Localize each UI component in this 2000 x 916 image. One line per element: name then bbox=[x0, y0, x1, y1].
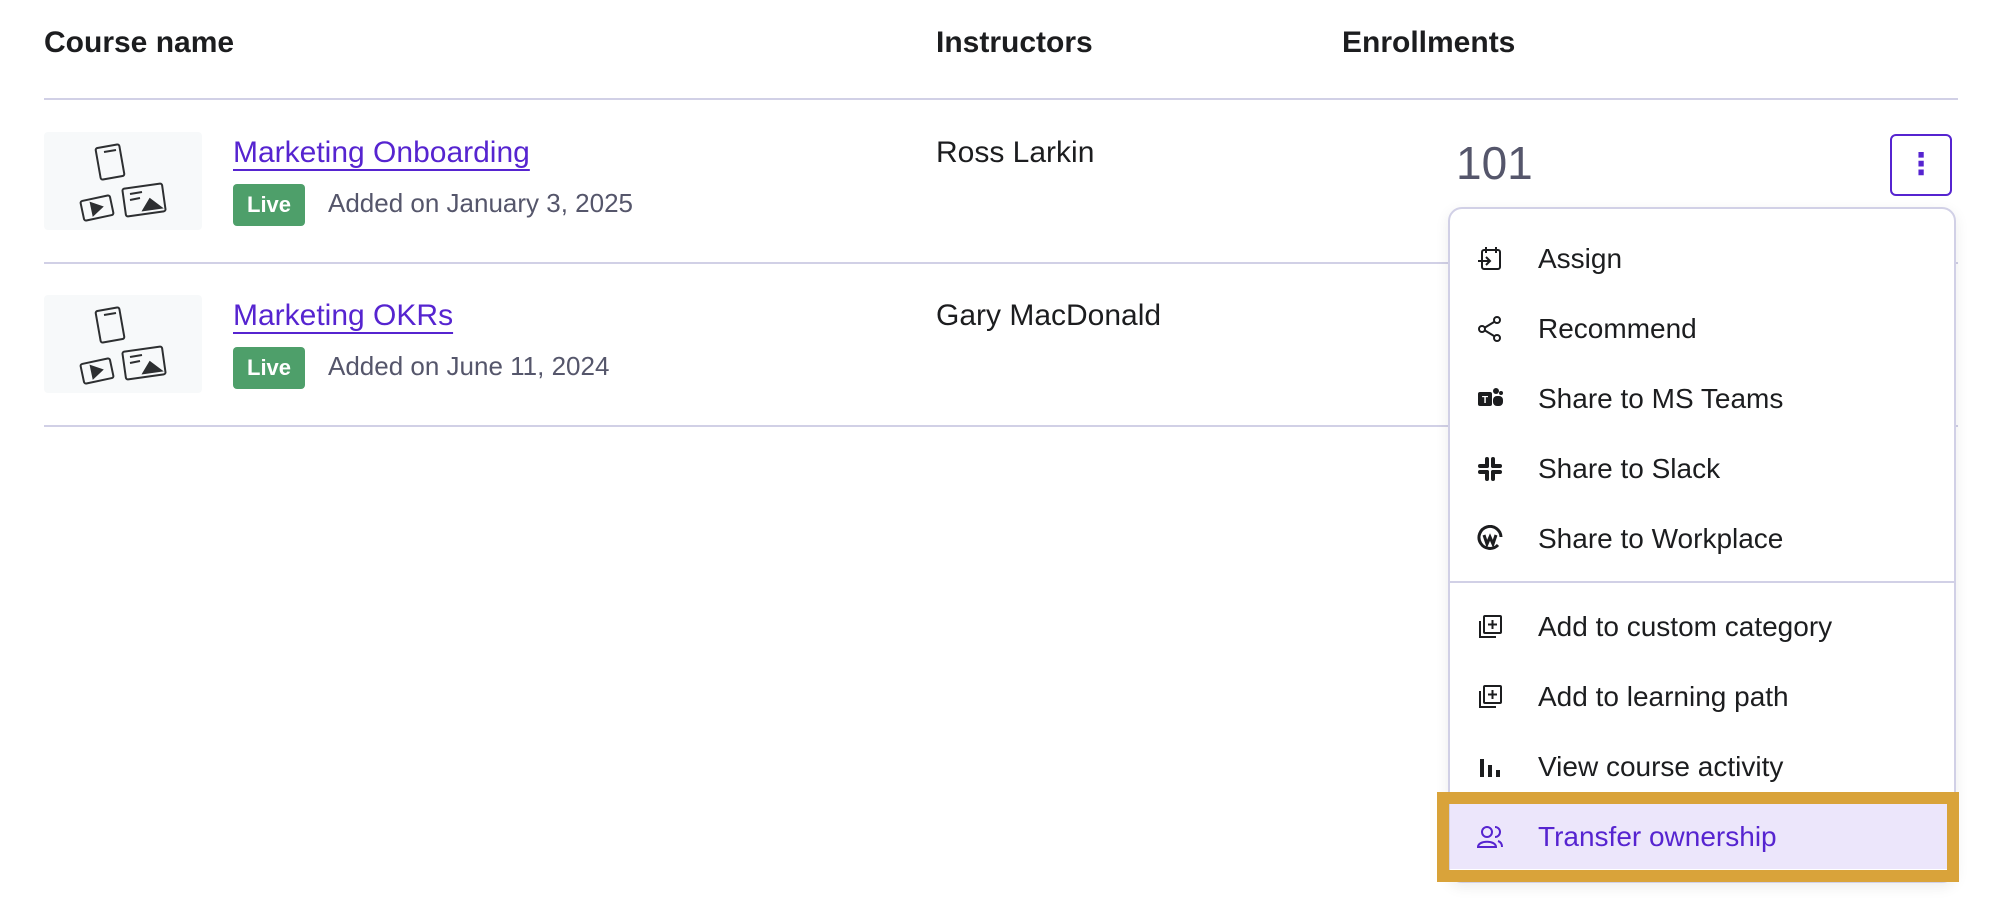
column-header-course-name[interactable]: Course name bbox=[44, 26, 234, 60]
add-to-stack-icon bbox=[1479, 685, 1502, 708]
slack-icon bbox=[1478, 457, 1502, 481]
bar-chart-icon bbox=[1480, 759, 1500, 777]
course-thumbnail bbox=[44, 132, 202, 230]
added-date: Added on June 11, 2024 bbox=[328, 351, 610, 381]
course-table-page: Course name Instructors Enrollments Mark… bbox=[0, 0, 2000, 916]
menu-item-share-workplace[interactable]: Share to Workplace bbox=[1450, 505, 1954, 571]
menu-item-label: Share to Workplace bbox=[1538, 523, 1784, 554]
instructor-name: Ross Larkin bbox=[936, 136, 1095, 169]
share-nodes-icon bbox=[1478, 316, 1501, 342]
menu-item-label: Share to Slack bbox=[1538, 453, 1721, 484]
instructor-name: Gary MacDonald bbox=[936, 299, 1162, 332]
course-media-icon bbox=[79, 306, 167, 385]
status-badge: Live bbox=[233, 347, 306, 389]
more-vertical-icon: ⋮ bbox=[1906, 148, 1936, 181]
ms-teams-icon: T bbox=[1478, 388, 1503, 406]
course-thumbnail bbox=[44, 295, 202, 393]
menu-item-view-course-activity[interactable]: View course activity bbox=[1450, 733, 1954, 799]
svg-text:T: T bbox=[1482, 395, 1488, 406]
course-actions-menu: Assign Recommend T Share to MS Teams Sha… bbox=[1448, 207, 1956, 883]
course-media-icon bbox=[79, 143, 167, 222]
users-transfer-icon bbox=[1476, 826, 1503, 848]
menu-item-label: Add to learning path bbox=[1538, 681, 1789, 712]
menu-item-label: Assign bbox=[1538, 243, 1623, 274]
column-header-instructors[interactable]: Instructors bbox=[936, 26, 1093, 60]
column-header-enrollments[interactable]: Enrollments bbox=[1342, 26, 1515, 60]
menu-item-label: Recommend bbox=[1538, 313, 1697, 344]
added-date: Added on January 3, 2025 bbox=[328, 188, 634, 218]
menu-item-label: Transfer ownership bbox=[1538, 821, 1777, 852]
menu-item-label: View course activity bbox=[1538, 751, 1784, 782]
more-actions-button[interactable]: ⋮ bbox=[1890, 134, 1952, 196]
course-title-link[interactable]: Marketing Onboarding bbox=[233, 136, 530, 170]
menu-item-recommend[interactable]: Recommend bbox=[1450, 295, 1954, 361]
workplace-icon bbox=[1477, 525, 1503, 550]
add-to-stack-icon bbox=[1479, 615, 1502, 638]
menu-item-transfer-ownership[interactable]: Transfer ownership bbox=[1450, 803, 1954, 869]
calendar-assign-icon bbox=[1478, 247, 1501, 270]
table-header: Course name Instructors Enrollments bbox=[44, 0, 1958, 100]
menu-item-add-custom-category[interactable]: Add to custom category bbox=[1450, 593, 1954, 659]
menu-divider bbox=[1450, 581, 1954, 583]
menu-item-add-learning-path[interactable]: Add to learning path bbox=[1450, 663, 1954, 729]
menu-item-share-ms-teams[interactable]: T Share to MS Teams bbox=[1450, 365, 1954, 431]
course-title-link[interactable]: Marketing OKRs bbox=[233, 299, 453, 333]
menu-item-assign[interactable]: Assign bbox=[1450, 225, 1954, 291]
enrollment-count: 101 bbox=[1456, 137, 1533, 189]
menu-item-share-slack[interactable]: Share to Slack bbox=[1450, 435, 1954, 501]
menu-item-label: Add to custom category bbox=[1538, 611, 1833, 642]
menu-item-label: Share to MS Teams bbox=[1538, 383, 1784, 414]
status-badge: Live bbox=[233, 184, 306, 226]
